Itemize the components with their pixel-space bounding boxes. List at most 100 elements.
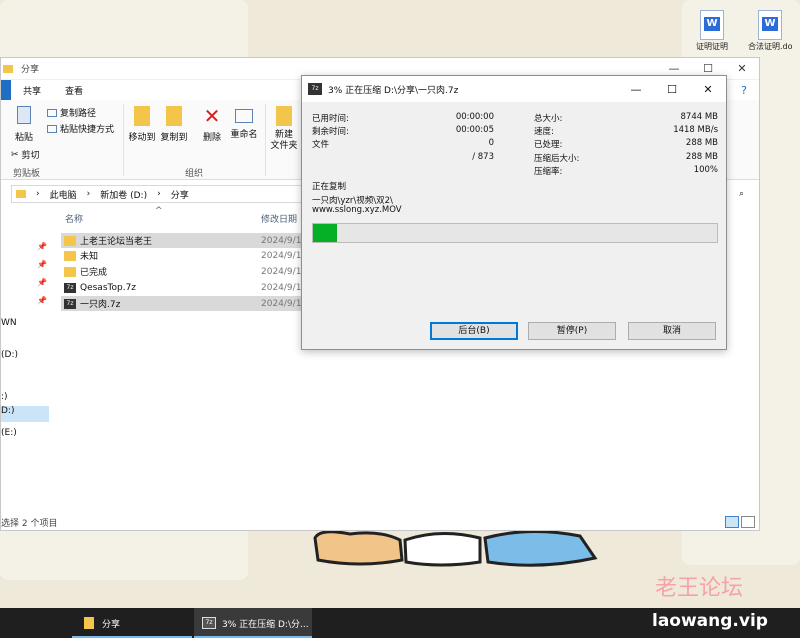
rename-button[interactable]: 重命名 [227, 106, 261, 140]
details-view-icon[interactable] [725, 516, 739, 528]
desktop-icon-doc-2[interactable]: W 合法证明.docx [748, 10, 792, 51]
file-row[interactable]: 未知 2024/9/11 [61, 248, 307, 263]
nav-item[interactable]: :) [1, 392, 8, 402]
progress-fill [313, 224, 338, 242]
column-date[interactable]: 修改日期 [261, 212, 297, 225]
total-size-value: 8744 MB [680, 112, 719, 122]
move-to-button[interactable]: 移动到 [127, 106, 157, 143]
new-folder-icon [276, 106, 292, 126]
background-button[interactable]: 后台(B) [430, 322, 518, 340]
compress-progress-dialog[interactable]: 7z 3% 正在压缩 D:\分享\一只肉.7z — ☐ ✕ 已用时间: 00:0… [301, 75, 727, 350]
file-name: 上老王论坛当老王 [80, 237, 153, 247]
chevron-right-icon: › [157, 189, 161, 199]
cut-button[interactable]: ✂ 剪切 [11, 148, 40, 162]
speed-label: 速度: [534, 127, 554, 137]
close-icon[interactable]: ✕ [725, 62, 759, 75]
nav-item-selected[interactable]: D:) [1, 406, 49, 422]
shortcut-icon [47, 124, 57, 133]
copy-path-button[interactable]: 复制路径 [47, 106, 96, 119]
breadcrumb-item[interactable]: 新加卷 (D:) [100, 188, 147, 201]
ratio-label: 压缩率: [534, 167, 563, 177]
7zip-icon: 7z [202, 617, 216, 629]
folder-icon [64, 250, 76, 261]
folder-icon [84, 617, 94, 629]
large-icons-view-icon[interactable] [741, 516, 755, 528]
column-name[interactable]: 名称 [65, 212, 83, 225]
dialog-titlebar[interactable]: 7z 3% 正在压缩 D:\分享\一只肉.7z — ☐ ✕ [302, 76, 726, 102]
pin-icon[interactable]: 📌 [37, 278, 47, 287]
pause-button[interactable]: 暂停(P) [528, 322, 616, 340]
ribbon-separator [265, 104, 266, 176]
navigation-pane: WN (D:) :) D:) (E:) [1, 208, 49, 508]
ratio-value: 100% [693, 165, 718, 175]
help-icon[interactable]: ? [729, 84, 759, 97]
watermark-url: laowang.vip [652, 611, 768, 631]
copy-to-button[interactable]: 复制到 [159, 106, 189, 143]
chevron-right-icon: › [36, 189, 40, 199]
explorer-title: 分享 [21, 65, 40, 75]
watermark-text: 老王论坛 [655, 576, 744, 601]
folder-icon [16, 190, 26, 198]
breadcrumb-item[interactable]: 分享 [171, 188, 189, 201]
nav-item[interactable]: (E:) [1, 428, 17, 438]
file-row[interactable]: 7z QesasTop.7z 2024/9/10 [61, 280, 307, 295]
pin-icon[interactable]: 📌 [37, 296, 47, 305]
new-folder-button[interactable]: 新建 文件夹 [267, 106, 301, 152]
move-to-icon [134, 106, 150, 126]
processed-value: 288 MB [685, 138, 718, 148]
pin-icon[interactable]: 📌 [37, 242, 47, 251]
dialog-title: 3% 正在压缩 D:\分享\一只肉.7z [328, 85, 459, 96]
clipboard-group-label: 剪贴板 [13, 169, 41, 179]
nav-item[interactable]: (D:) [1, 350, 18, 360]
cancel-button[interactable]: 取消 [628, 322, 716, 340]
folder-icon [64, 235, 76, 246]
folder-icon [64, 266, 76, 277]
7z-archive-icon: 7z [64, 298, 76, 309]
maximize-icon[interactable]: ☐ [691, 62, 725, 75]
file-name: 已完成 [80, 268, 108, 278]
close-icon[interactable]: ✕ [690, 83, 726, 96]
word-doc-icon: W [700, 10, 724, 40]
desktop-icon-label: 合法证明.docx [748, 42, 792, 51]
processed-label: 已处理: [534, 140, 563, 150]
rename-icon [235, 109, 253, 123]
desktop-icon-doc-1[interactable]: W 证明证明 [690, 10, 734, 51]
search-icon[interactable]: ⌕ [739, 189, 744, 199]
file-row[interactable]: 7z 一只肉.7z 2024/9/11 [61, 296, 307, 311]
7zip-icon: 7z [308, 83, 322, 95]
operation-text: 正在复制 [312, 182, 347, 192]
pin-icon[interactable]: 📌 [37, 260, 47, 269]
taskbar-item-7zip[interactable]: 7z 3% 正在压缩 D:\分... [194, 608, 312, 638]
elapsed-time-value: 00:00:00 [455, 112, 494, 122]
file-name: QesasTop.7z [80, 282, 137, 293]
status-bar: 选择 2 个项目 [1, 519, 58, 529]
file-row[interactable]: 已完成 2024/9/11 [61, 264, 307, 279]
sort-arrow-icon: ^ [155, 206, 163, 216]
copy-path-icon [47, 108, 57, 117]
organize-group-label: 组织 [185, 169, 204, 179]
tab-view[interactable]: 查看 [53, 84, 95, 97]
minimize-icon[interactable]: — [657, 62, 691, 75]
nav-item[interactable]: WN [1, 318, 17, 328]
current-file: www.sslong.xyz.MOV [312, 205, 402, 215]
file-row[interactable]: 上老王论坛当老王 2024/9/11 [61, 233, 307, 248]
breadcrumb-item[interactable]: 此电脑 [50, 188, 77, 201]
paste-button[interactable]: 粘贴 [11, 106, 37, 143]
taskbar-item-explorer[interactable]: 分享 [72, 608, 192, 638]
delete-x-icon: ✕ [203, 104, 221, 128]
tab-share[interactable]: 共享 [11, 84, 53, 97]
delete-button[interactable]: ✕ 删除 [199, 106, 225, 143]
file-name: 一只肉.7z [80, 300, 121, 310]
files-total-value: / 873 [472, 152, 494, 162]
files-label: 文件 [312, 140, 330, 150]
minimize-icon[interactable]: — [618, 83, 654, 96]
maximize-icon[interactable]: ☐ [654, 83, 690, 96]
ribbon-separator [123, 104, 124, 176]
compressed-size-label: 压缩后大小: [534, 154, 580, 164]
file-name: 未知 [80, 252, 99, 262]
files-value: 0 [488, 138, 494, 148]
tab-file[interactable] [1, 80, 11, 100]
paste-shortcut-button[interactable]: 粘贴快捷方式 [47, 122, 114, 135]
elapsed-time-label: 已用时间: [312, 114, 349, 124]
view-toggle [725, 516, 755, 528]
